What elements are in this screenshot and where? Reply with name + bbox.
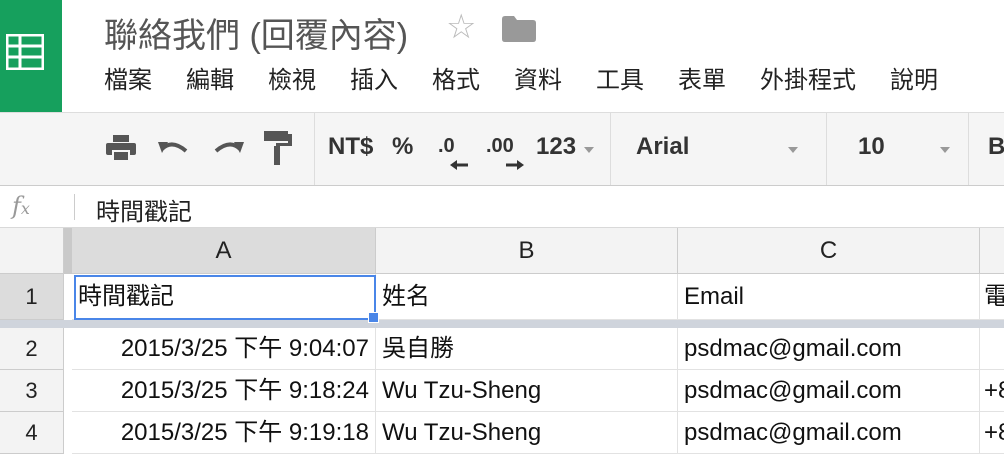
frozen-column-handle[interactable]	[64, 228, 72, 274]
paint-format-icon[interactable]	[264, 131, 292, 170]
menu-format[interactable]: 格式	[432, 64, 480, 98]
spreadsheet-grid: A B C 1 時間戳記 姓名 Email 電 2 2015/3/25 下午 9…	[0, 228, 1004, 454]
table-cell[interactable]: Email	[678, 274, 980, 320]
arrow-left-icon	[450, 157, 468, 175]
toolbar: NT$ % .0 .00 123 Arial 10 B	[62, 112, 1004, 186]
formula-input[interactable]: 時間戳記	[96, 192, 192, 227]
fx-icon: fx	[12, 192, 30, 220]
table-cell[interactable]: 2015/3/25 下午 9:18:24	[72, 370, 376, 412]
font-size-select[interactable]: 10	[858, 133, 885, 161]
redo-icon[interactable]	[212, 139, 244, 162]
currency-format-button[interactable]: NT$	[328, 133, 373, 161]
table-cell[interactable]: 吳自勝	[376, 328, 678, 370]
menu-view[interactable]: 檢視	[268, 64, 316, 98]
document-title[interactable]: 聯絡我們 (回覆內容)	[104, 8, 408, 57]
toolbar-separator	[968, 113, 969, 185]
menu-help[interactable]: 說明	[890, 64, 938, 98]
row-header[interactable]: 3	[0, 370, 64, 412]
toolbar-separator	[826, 113, 827, 185]
frozen-row-divider[interactable]	[0, 320, 1004, 328]
table-cell[interactable]	[980, 328, 1004, 370]
menu-insert[interactable]: 插入	[350, 64, 398, 98]
menu-addons[interactable]: 外掛程式	[760, 64, 856, 98]
table-cell[interactable]: +8	[980, 370, 1004, 412]
chevron-down-icon	[940, 147, 950, 153]
table-cell[interactable]: psdmac@gmail.com	[678, 412, 980, 454]
toolbar-left-pad	[0, 112, 62, 186]
print-icon[interactable]	[106, 135, 136, 166]
increase-decimal-button[interactable]: .00	[486, 135, 514, 158]
sheets-logo-icon	[6, 34, 44, 70]
fill-handle[interactable]	[368, 312, 379, 323]
table-cell[interactable]: psdmac@gmail.com	[678, 370, 980, 412]
column-header-d[interactable]	[980, 228, 1004, 274]
more-formats-button[interactable]: 123	[536, 133, 576, 161]
bold-button[interactable]: B	[988, 133, 1004, 161]
menu-bar: 檔案 編輯 檢視 插入 格式 資料 工具 表單 外掛程式 說明	[104, 64, 972, 98]
menu-tools[interactable]: 工具	[596, 64, 644, 98]
star-icon[interactable]: ☆	[446, 10, 476, 44]
font-family-select[interactable]: Arial	[636, 133, 689, 161]
menu-form[interactable]: 表單	[678, 64, 726, 98]
column-header-a[interactable]: A	[72, 228, 376, 274]
percent-format-button[interactable]: %	[392, 133, 413, 161]
formula-bar: fx 時間戳記	[0, 186, 1004, 228]
arrow-right-icon	[506, 157, 524, 175]
table-cell[interactable]: psdmac@gmail.com	[678, 328, 980, 370]
select-all-corner[interactable]	[0, 228, 64, 274]
table-cell[interactable]: 2015/3/25 下午 9:04:07	[72, 328, 376, 370]
toolbar-separator	[314, 113, 315, 185]
menu-file[interactable]: 檔案	[104, 64, 152, 98]
table-cell[interactable]: Wu Tzu-Sheng	[376, 412, 678, 454]
sheets-logo[interactable]	[0, 0, 62, 112]
formula-separator	[74, 194, 75, 220]
column-header-b[interactable]: B	[376, 228, 678, 274]
row-header[interactable]: 2	[0, 328, 64, 370]
row-header[interactable]: 1	[0, 274, 64, 320]
folder-icon[interactable]	[502, 16, 536, 47]
selected-cell-outline	[74, 275, 376, 320]
table-cell[interactable]: +8	[980, 412, 1004, 454]
decrease-decimal-button[interactable]: .0	[438, 135, 455, 158]
table-cell[interactable]: 2015/3/25 下午 9:19:18	[72, 412, 376, 454]
menu-edit[interactable]: 編輯	[186, 64, 234, 98]
chevron-down-icon	[584, 147, 594, 153]
menu-data[interactable]: 資料	[514, 64, 562, 98]
undo-icon[interactable]	[158, 139, 190, 162]
column-header-c[interactable]: C	[678, 228, 980, 274]
toolbar-separator	[610, 113, 611, 185]
table-cell[interactable]: 電	[980, 274, 1004, 320]
table-cell[interactable]: Wu Tzu-Sheng	[376, 370, 678, 412]
chevron-down-icon	[788, 147, 798, 153]
row-header[interactable]: 4	[0, 412, 64, 454]
table-cell[interactable]: 姓名	[376, 274, 678, 320]
